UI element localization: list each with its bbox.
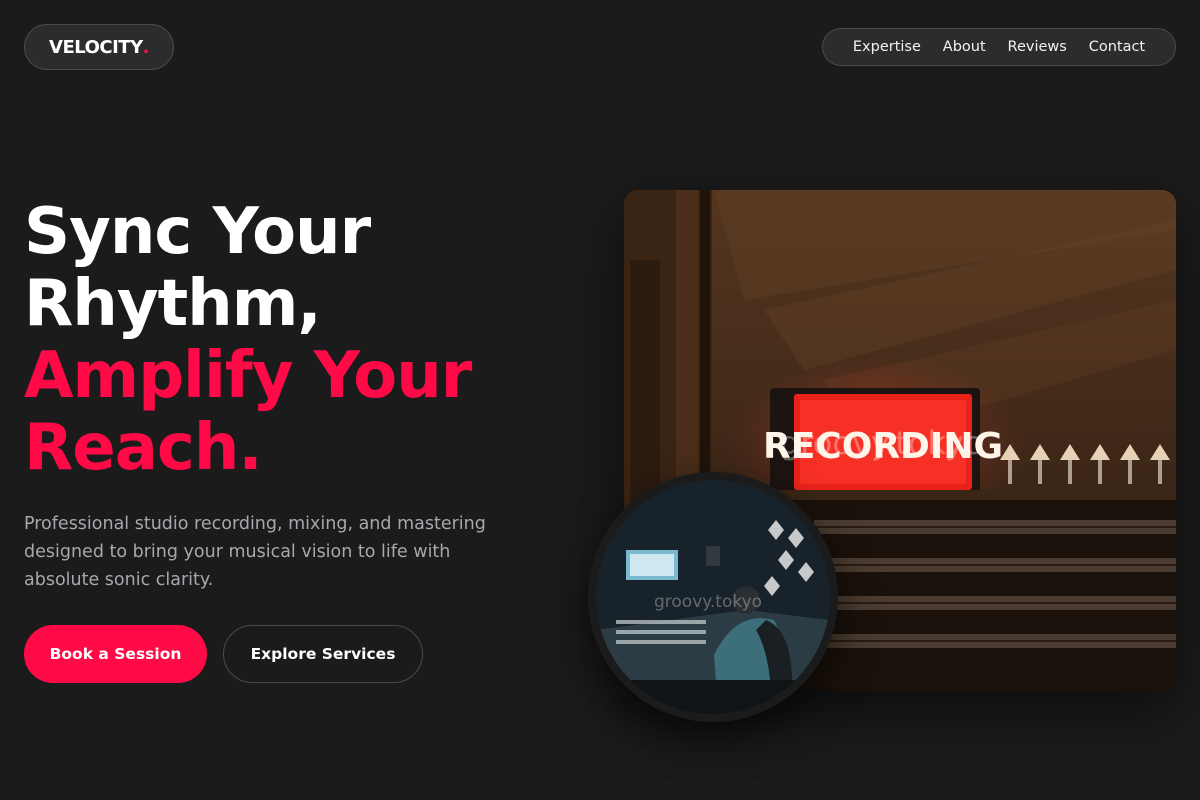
studio-engineer-image: groovy.tokyo: [588, 472, 838, 722]
book-session-button[interactable]: Book a Session: [24, 625, 207, 683]
nav-link-reviews[interactable]: Reviews: [1008, 39, 1067, 55]
hero-subtext: Professional studio recording, mixing, a…: [24, 514, 486, 590]
headline-line-1: Sync Your: [24, 195, 371, 269]
headline-line-3: Amplify Your: [24, 339, 472, 413]
circle-image-watermark: groovy.tokyo: [654, 592, 763, 612]
main-nav: Expertise About Reviews Contact: [822, 28, 1176, 66]
nav-link-about[interactable]: About: [943, 39, 986, 55]
nav-link-expertise[interactable]: Expertise: [853, 39, 921, 55]
logo[interactable]: VELOCITY.: [24, 24, 174, 70]
explore-services-button[interactable]: Explore Services: [223, 625, 423, 683]
logo-dot: .: [142, 36, 150, 58]
headline-line-2: Rhythm,: [24, 267, 322, 341]
headline-line-4: Reach.: [24, 411, 263, 485]
logo-text: VELOCITY: [49, 36, 143, 58]
nav-link-contact[interactable]: Contact: [1089, 39, 1145, 55]
main-image-watermark: groovy.tokyo: [780, 424, 984, 462]
hero-headline: Sync Your Rhythm, Amplify Your Reach.: [24, 195, 472, 485]
